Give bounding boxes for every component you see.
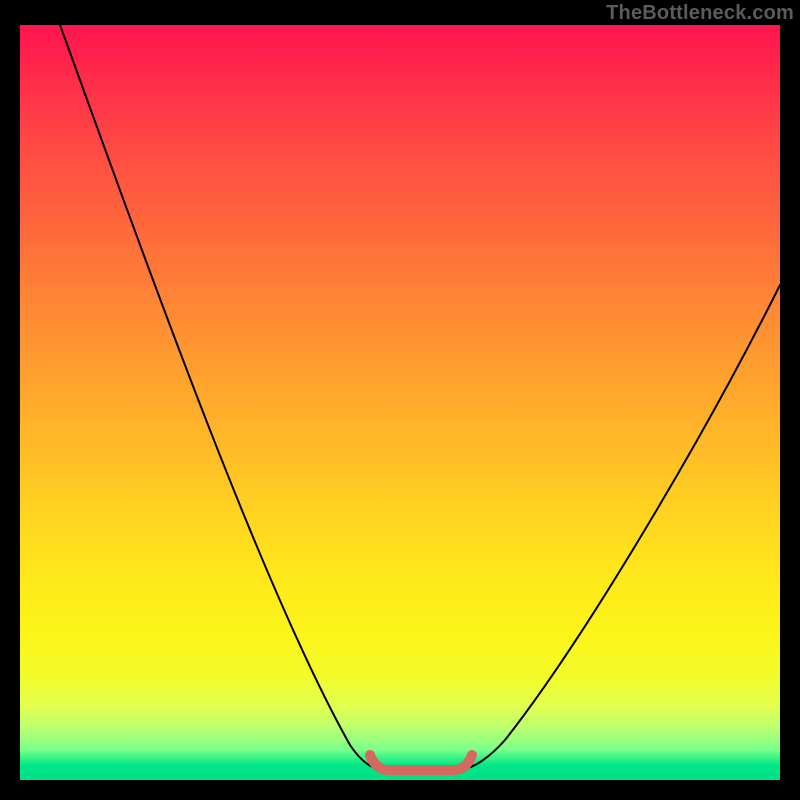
watermark-text: TheBottleneck.com xyxy=(606,2,794,25)
bottleneck-curve xyxy=(20,25,780,780)
curve-right-branch xyxy=(464,285,780,769)
chart-frame: TheBottleneck.com xyxy=(0,0,800,800)
minimum-marker xyxy=(370,755,472,770)
plot-area xyxy=(20,25,780,780)
curve-left-branch xyxy=(60,25,378,769)
